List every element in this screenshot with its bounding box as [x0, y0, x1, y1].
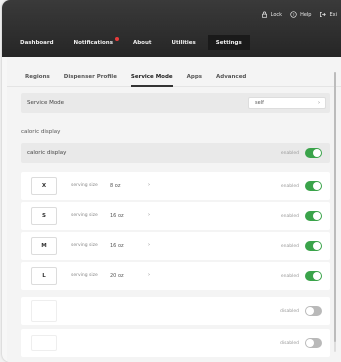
size-toggle[interactable] [305, 211, 322, 221]
serving-size-value: 16 oz [110, 243, 124, 249]
size-box: L [31, 267, 57, 285]
serving-size-select[interactable]: 16 oz › [106, 210, 154, 222]
serving-size-value: 8 oz [110, 183, 121, 189]
size-card-empty: disabled [21, 329, 330, 357]
size-card-l: L serving size 20 oz › enabled [21, 262, 330, 290]
serving-size-select[interactable]: 8 oz › [106, 180, 154, 192]
size-toggle[interactable] [305, 241, 322, 251]
serving-size-label: serving size [71, 213, 98, 218]
toggle-knob [313, 242, 321, 250]
nav-tab-label: Dashboard [20, 39, 54, 46]
nav-tab-utilities[interactable]: Utilities [164, 35, 204, 50]
chevron-right-icon: › [318, 100, 320, 106]
nav-tab-label: Settings [215, 39, 242, 46]
size-toggle-group: enabled [281, 181, 322, 191]
serving-size-select[interactable]: 20 oz › [106, 270, 154, 282]
serving-size-value: 20 oz [110, 273, 124, 279]
utility-menu: Lock ? Help Exi [261, 11, 337, 18]
toggle-status: enabled [280, 273, 299, 279]
toggle-status: disabled [280, 340, 299, 346]
toggle-status: enabled [280, 243, 299, 249]
help-button[interactable]: ? Help [290, 11, 311, 18]
lock-button[interactable]: Lock [261, 11, 282, 18]
size-toggle-group: enabled [281, 211, 322, 221]
service-mode-row: Service Mode self › [21, 93, 330, 113]
serving-size-label: serving size [71, 243, 98, 248]
size-toggle-group: enabled [281, 271, 322, 281]
main-nav: Dashboard Notifications About Utilities … [12, 35, 250, 50]
size-toggle[interactable] [305, 271, 322, 281]
service-mode-value: self [255, 100, 264, 106]
caloric-display-label: caloric display [27, 150, 67, 156]
svg-text:?: ? [293, 13, 295, 17]
size-card-x: X serving size 8 oz › enabled [21, 172, 330, 200]
size-card-empty: disabled [21, 297, 330, 325]
subtab-dispenser-profile[interactable]: Dispenser Profile [58, 70, 123, 84]
size-box: M [31, 237, 57, 255]
serving-size-value: 16 oz [110, 213, 124, 219]
subtab-apps[interactable]: Apps [181, 70, 208, 84]
toggle-knob [313, 212, 321, 220]
device-frame: Lock ? Help Exi Dashboard Notifications … [2, 0, 341, 362]
subtab-service-mode[interactable]: Service Mode [125, 70, 179, 87]
settings-subtabs: Regions Dispenser Profile Service Mode A… [7, 67, 341, 87]
chevron-right-icon: › [148, 182, 150, 188]
caloric-display-toggle-group: enabled [281, 148, 322, 158]
lock-label: Lock [270, 11, 283, 18]
size-toggle-group: disabled [280, 338, 322, 348]
toggle-knob [306, 307, 314, 315]
size-toggle[interactable] [305, 181, 322, 191]
size-box [31, 300, 57, 322]
scrollbar-thumb[interactable] [334, 72, 336, 342]
toggle-knob [313, 272, 321, 280]
nav-tab-settings[interactable]: Settings [207, 35, 250, 50]
service-mode-label: Service Mode [27, 100, 65, 106]
size-toggle[interactable] [305, 306, 322, 316]
nav-tab-label: Notifications [73, 39, 113, 46]
nav-tab-notifications[interactable]: Notifications [66, 35, 121, 50]
serving-size-label: serving size [71, 183, 98, 188]
caloric-display-row: caloric display enabled [21, 143, 330, 163]
size-box: S [31, 207, 57, 225]
subtab-advanced[interactable]: Advanced [210, 70, 252, 84]
lock-icon [261, 11, 267, 18]
toggle-status: enabled [280, 150, 299, 156]
service-mode-select[interactable]: self › [248, 97, 326, 109]
size-toggle[interactable] [305, 338, 322, 348]
exit-label: Exi [329, 11, 337, 18]
toggle-status: enabled [280, 213, 299, 219]
toggle-status: enabled [280, 183, 299, 189]
toggle-knob [313, 149, 321, 157]
help-label: Help [300, 11, 312, 18]
serving-size-select[interactable]: 16 oz › [106, 240, 154, 252]
help-icon: ? [290, 11, 297, 18]
size-box: X [31, 177, 57, 195]
toggle-status: disabled [280, 308, 299, 314]
nav-tab-label: Utilities [171, 39, 196, 46]
toggle-knob [306, 339, 314, 347]
settings-panel: Regions Dispenser Profile Service Mode A… [7, 57, 341, 362]
scrollbar[interactable] [334, 72, 336, 352]
exit-icon [320, 12, 327, 17]
chevron-right-icon: › [148, 242, 150, 248]
section-title: caloric display [21, 129, 61, 135]
caloric-display-toggle[interactable] [305, 148, 322, 158]
nav-tab-dashboard[interactable]: Dashboard [12, 35, 62, 50]
top-bar: Lock ? Help Exi Dashboard Notifications … [2, 0, 341, 57]
size-toggle-group: enabled [281, 241, 322, 251]
toggle-knob [313, 182, 321, 190]
chevron-right-icon: › [148, 272, 150, 278]
chevron-right-icon: › [148, 212, 150, 218]
size-card-m: M serving size 16 oz › enabled [21, 232, 330, 260]
serving-size-label: serving size [71, 273, 98, 278]
size-card-s: S serving size 16 oz › enabled [21, 202, 330, 230]
nav-tab-about[interactable]: About [125, 35, 160, 50]
size-box [31, 335, 57, 351]
notification-badge [114, 37, 119, 41]
nav-tab-label: About [132, 39, 152, 46]
exit-button[interactable]: Exi [319, 11, 337, 18]
subtab-regions[interactable]: Regions [19, 70, 56, 84]
size-toggle-group: disabled [280, 306, 322, 316]
